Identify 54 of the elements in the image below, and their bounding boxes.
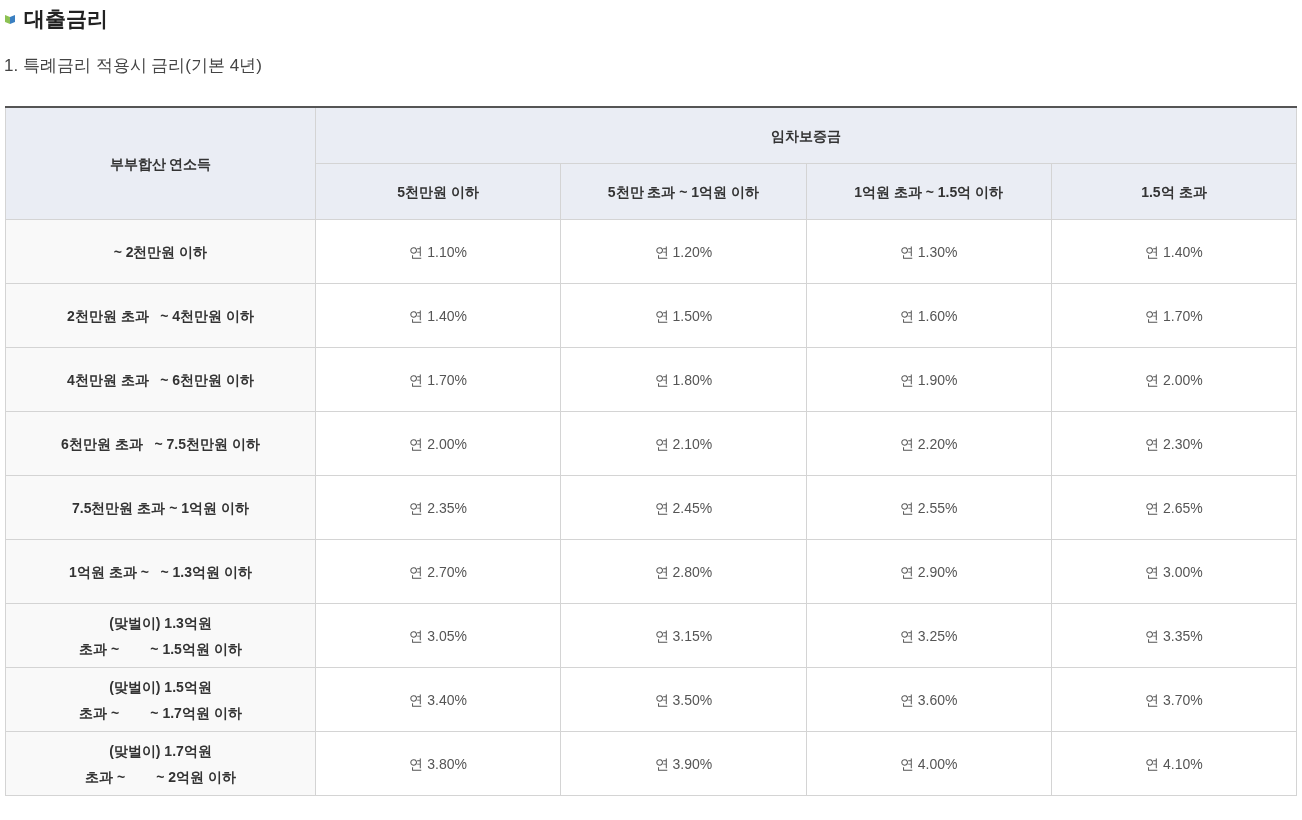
table-cell: 연 1.80% bbox=[560, 347, 806, 412]
table-cell: 연 2.80% bbox=[560, 539, 806, 604]
table-cell: 연 2.30% bbox=[1051, 411, 1297, 476]
table-cell: 연 3.50% bbox=[560, 667, 806, 732]
table-cell: 연 4.10% bbox=[1051, 731, 1297, 796]
table-cell: 연 3.15% bbox=[560, 603, 806, 668]
table-cell: 연 1.60% bbox=[806, 283, 1052, 348]
table-cell: 연 2.20% bbox=[806, 411, 1052, 476]
table-cell: 연 1.70% bbox=[1051, 283, 1297, 348]
table-cell: 연 2.90% bbox=[806, 539, 1052, 604]
table-header: 1억원 초과 ~ 1.5억 이하 bbox=[806, 163, 1052, 220]
table-cell: 연 1.10% bbox=[315, 219, 561, 284]
table-cell: 연 3.05% bbox=[315, 603, 561, 668]
table-cell: 연 1.50% bbox=[560, 283, 806, 348]
row-label: 2천만원 초과 ~ 4천만원 이하 bbox=[5, 283, 316, 348]
row-label: 6천만원 초과 ~ 7.5천만원 이하 bbox=[5, 411, 316, 476]
table-cell: 연 1.30% bbox=[806, 219, 1052, 284]
section-heading: 대출금리 bbox=[24, 6, 108, 32]
table-header: 5천만 초과 ~ 1억원 이하 bbox=[560, 163, 806, 220]
table-cell: 연 2.65% bbox=[1051, 475, 1297, 540]
row-label: 7.5천만원 초과 ~ 1억원 이하 bbox=[5, 475, 316, 540]
table-cell: 연 3.00% bbox=[1051, 539, 1297, 604]
table-cell: 연 1.40% bbox=[315, 283, 561, 348]
table-cell: 연 2.45% bbox=[560, 475, 806, 540]
table-cell: 연 3.35% bbox=[1051, 603, 1297, 668]
table-cell: 연 3.60% bbox=[806, 667, 1052, 732]
row-label: (맞벌이) 1.7억원 초과 ~ ~ 2억원 이하 bbox=[5, 731, 316, 796]
table-cell: 연 2.70% bbox=[315, 539, 561, 604]
table-header: 1.5억 초과 bbox=[1051, 163, 1297, 220]
table-cell: 연 1.90% bbox=[806, 347, 1052, 412]
table-cell: 연 3.25% bbox=[806, 603, 1052, 668]
table-cell: 연 3.90% bbox=[560, 731, 806, 796]
table-cell: 연 2.00% bbox=[315, 411, 561, 476]
table-cell: 연 1.40% bbox=[1051, 219, 1297, 284]
table-cell: 연 2.55% bbox=[806, 475, 1052, 540]
subheading: 1. 특례금리 적용시 금리(기본 4년) bbox=[4, 56, 263, 77]
row-label: (맞벌이) 1.5억원 초과 ~ ~ 1.7억원 이하 bbox=[5, 667, 316, 732]
table-cell: 연 3.70% bbox=[1051, 667, 1297, 732]
table-cell: 연 1.70% bbox=[315, 347, 561, 412]
table-cell: 연 1.20% bbox=[560, 219, 806, 284]
table-cell: 연 4.00% bbox=[806, 731, 1052, 796]
row-label: 1억원 초과 ~ ~ 1.3억원 이하 bbox=[5, 539, 316, 604]
book-icon bbox=[4, 13, 16, 25]
table-cell: 연 2.00% bbox=[1051, 347, 1297, 412]
table-cell: 연 2.10% bbox=[560, 411, 806, 476]
table-header: 부부합산 연소득 bbox=[5, 107, 316, 220]
table-header: 임차보증금 bbox=[315, 107, 1297, 164]
row-label: (맞벌이) 1.3억원 초과 ~ ~ 1.5억원 이하 bbox=[5, 603, 316, 668]
table-cell: 연 3.40% bbox=[315, 667, 561, 732]
table-cell: 연 3.80% bbox=[315, 731, 561, 796]
table-header: 5천만원 이하 bbox=[315, 163, 561, 220]
table-cell: 연 2.35% bbox=[315, 475, 561, 540]
row-label: 4천만원 초과 ~ 6천만원 이하 bbox=[5, 347, 316, 412]
row-label: ~ 2천만원 이하 bbox=[5, 219, 316, 284]
